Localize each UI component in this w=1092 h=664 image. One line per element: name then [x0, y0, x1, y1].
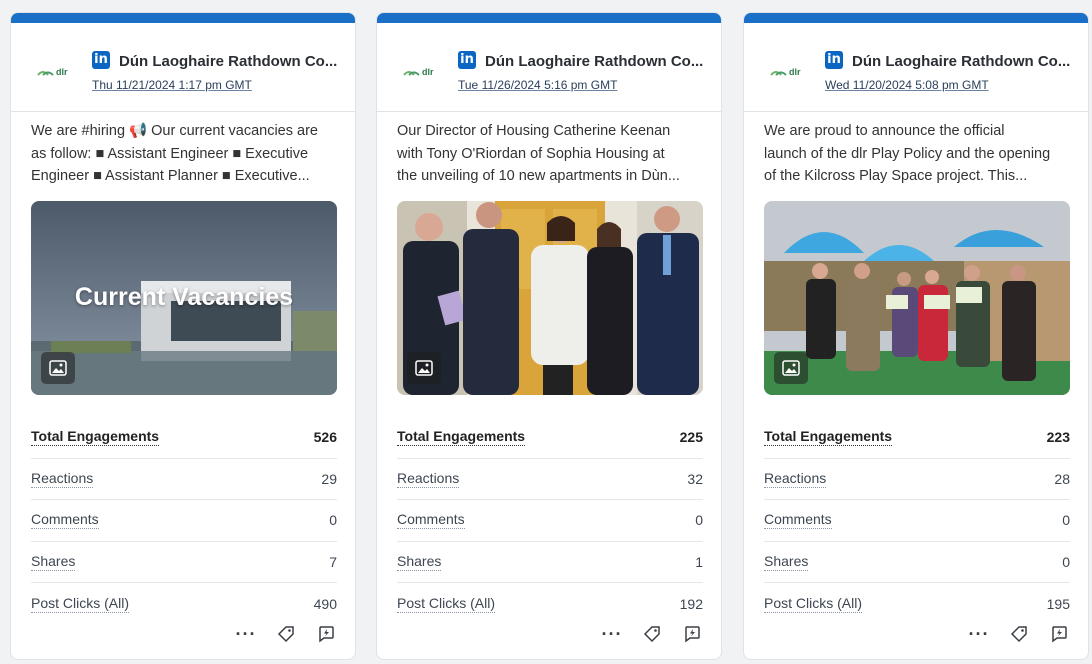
dlr-logo: dlr	[403, 67, 434, 77]
tag-icon[interactable]	[275, 623, 297, 645]
account-name[interactable]: Dún Laoghaire Rathdown Co...	[119, 53, 347, 70]
stat-shares: Shares 1	[397, 542, 703, 583]
image-icon	[407, 352, 441, 384]
stat-post-clicks: Post Clicks (All) 195	[764, 594, 1070, 613]
image-icon	[774, 352, 808, 384]
stat-comments: Comments 0	[764, 500, 1070, 542]
reply-bolt-icon[interactable]	[315, 623, 337, 645]
tag-icon[interactable]	[641, 623, 663, 645]
stat-comments: Comments 0	[397, 500, 703, 542]
tag-icon[interactable]	[1008, 623, 1030, 645]
more-options-icon[interactable]: ···	[235, 623, 257, 645]
card-header: dlr in Dún Laoghaire Rathdown Co... Thu …	[11, 23, 355, 112]
reply-bolt-icon[interactable]	[1048, 623, 1070, 645]
account-name[interactable]: Dún Laoghaire Rathdown Co...	[852, 53, 1080, 70]
post-card-2[interactable]: dlr in Dún Laoghaire Rathdown Co... Tue …	[376, 12, 722, 660]
post-image[interactable]	[397, 201, 703, 395]
image-icon	[41, 352, 75, 384]
post-date-link[interactable]: Thu 11/21/2024 1:17 pm GMT	[92, 78, 252, 92]
dlr-logo: dlr	[770, 67, 801, 77]
post-text: We are #hiring 📢 Our current vacancies a…	[31, 123, 318, 184]
svg-text:dlr: dlr	[422, 67, 434, 77]
post-text: Our Director of Housing Catherine Keenan…	[397, 123, 680, 184]
dlr-logo: dlr	[37, 67, 68, 77]
stat-reactions: Reactions 32	[397, 459, 703, 500]
card-actions: ···	[235, 623, 337, 645]
engagement-stats: Total Engagements 225 Reactions 32 Comme…	[397, 417, 703, 625]
account-name[interactable]: Dún Laoghaire Rathdown Co...	[485, 53, 713, 70]
card-actions: ···	[968, 623, 1070, 645]
linkedin-icon: in	[92, 51, 110, 69]
post-card-3[interactable]: dlr in Dún Laoghaire Rathdown Co... Wed …	[743, 12, 1089, 660]
post-image[interactable]: Current Vacancies	[31, 201, 337, 395]
reply-bolt-icon[interactable]	[681, 623, 703, 645]
stat-reactions: Reactions 28	[764, 459, 1070, 500]
card-header: dlr in Dún Laoghaire Rathdown Co... Wed …	[744, 23, 1088, 112]
stat-total-engagements: Total Engagements 225	[397, 417, 703, 459]
stat-total-engagements: Total Engagements 526	[31, 417, 337, 459]
more-options-icon[interactable]: ···	[968, 623, 990, 645]
stat-shares: Shares 7	[31, 542, 337, 583]
svg-text:dlr: dlr	[789, 67, 801, 77]
post-date-link[interactable]: Wed 11/20/2024 5:08 pm GMT	[825, 78, 989, 92]
stat-post-clicks: Post Clicks (All) 192	[397, 594, 703, 613]
more-options-icon[interactable]: ···	[601, 623, 623, 645]
stat-reactions: Reactions 29	[31, 459, 337, 500]
linkedin-icon: in	[458, 51, 476, 69]
card-actions: ···	[601, 623, 703, 645]
image-overlay-title: Current Vacancies	[74, 283, 294, 311]
post-date-link[interactable]: Tue 11/26/2024 5:16 pm GMT	[458, 78, 617, 92]
stat-post-clicks: Post Clicks (All) 490	[31, 594, 337, 613]
post-text: We are proud to announce the official la…	[764, 123, 1051, 184]
engagement-stats: Total Engagements 526 Reactions 29 Comme…	[31, 417, 337, 625]
stat-shares: Shares 0	[764, 542, 1070, 583]
card-header: dlr in Dún Laoghaire Rathdown Co... Tue …	[377, 23, 721, 112]
stat-total-engagements: Total Engagements 223	[764, 417, 1070, 459]
svg-text:dlr: dlr	[56, 67, 68, 77]
stat-comments: Comments 0	[31, 500, 337, 542]
engagement-stats: Total Engagements 223 Reactions 28 Comme…	[764, 417, 1070, 625]
post-image[interactable]	[764, 201, 1070, 395]
linkedin-icon: in	[825, 51, 843, 69]
post-card-1[interactable]: dlr in Dún Laoghaire Rathdown Co... Thu …	[10, 12, 356, 660]
